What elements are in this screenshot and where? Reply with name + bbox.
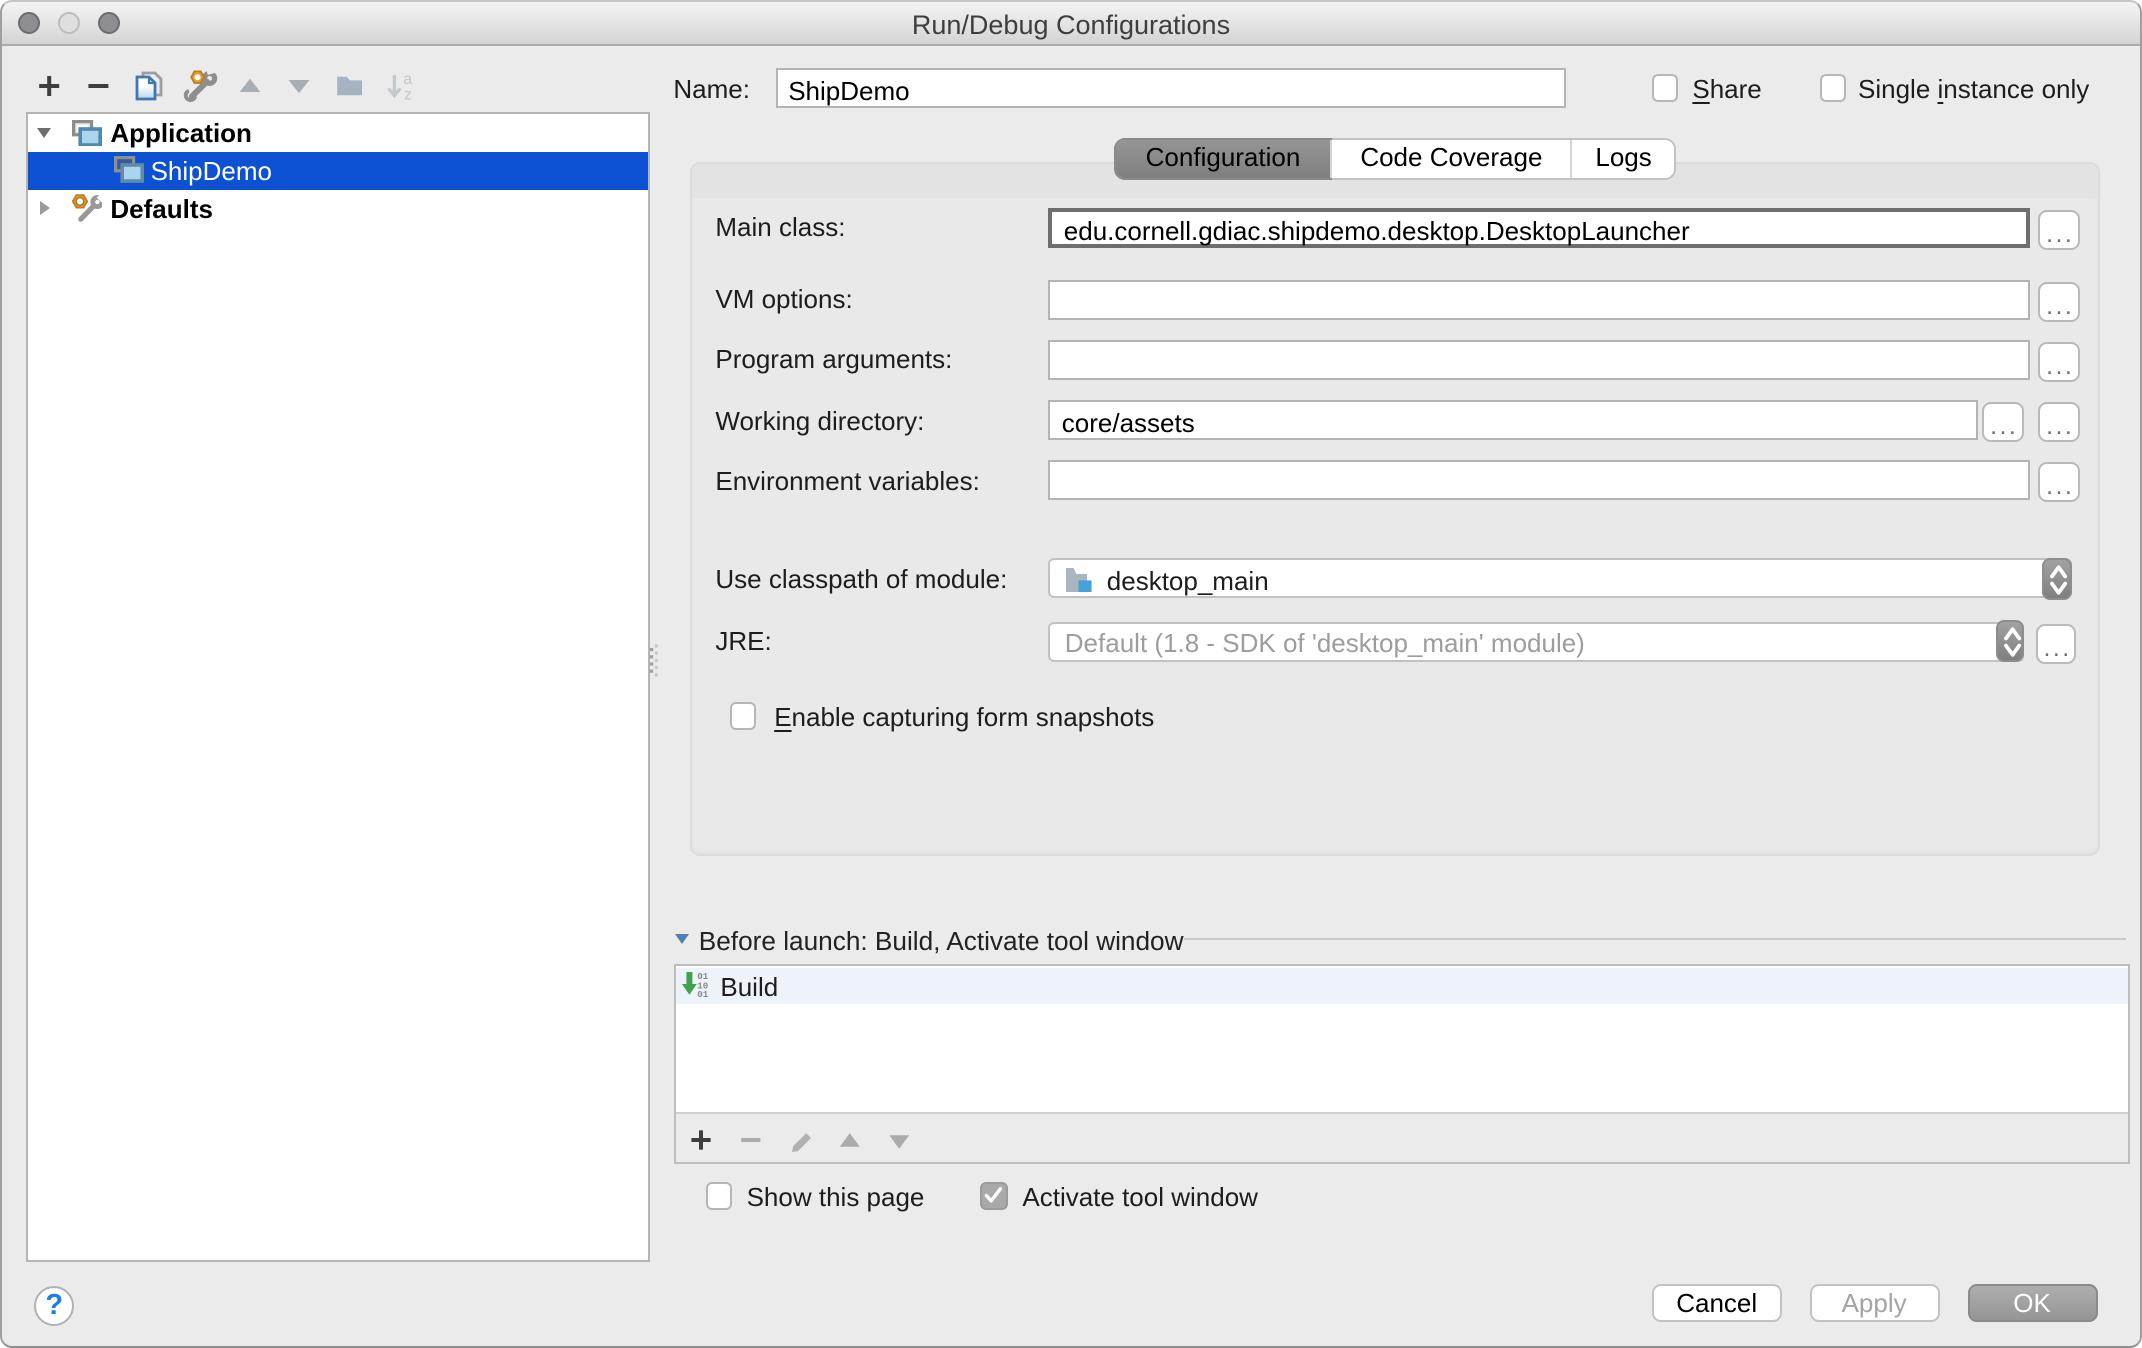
svg-text:01: 01 xyxy=(696,990,708,998)
svg-text:z: z xyxy=(404,87,412,102)
svg-text:a: a xyxy=(403,71,412,88)
